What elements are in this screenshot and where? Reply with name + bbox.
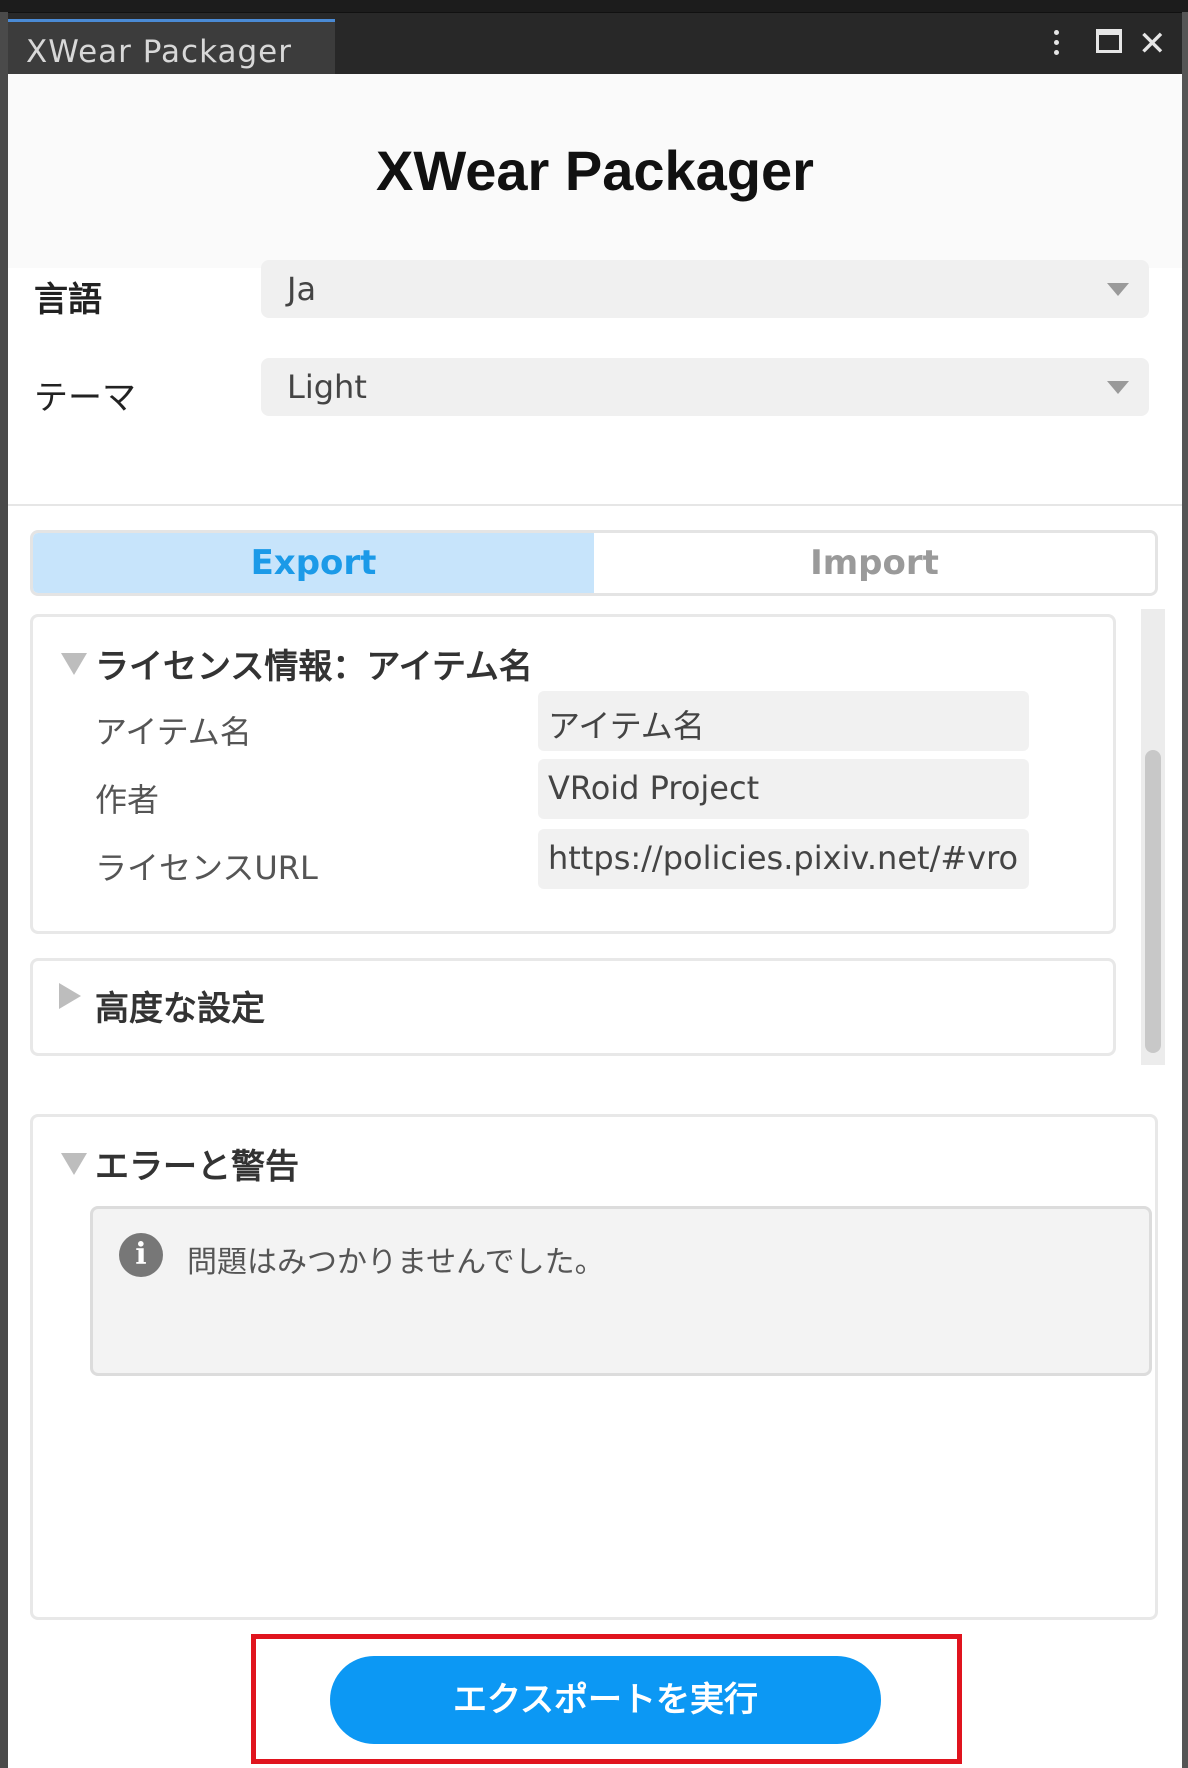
window-tab[interactable]: XWear Packager — [8, 19, 335, 75]
right-editor-strip — [1182, 12, 1188, 1768]
item-name-value: アイテム名 — [548, 707, 705, 745]
mode-tabs: Export Import — [30, 530, 1158, 596]
maximize-icon[interactable] — [1096, 29, 1122, 53]
header-band: XWear Packager — [8, 74, 1182, 268]
chevron-down-icon — [1107, 381, 1129, 394]
collapse-triangle-icon[interactable] — [61, 1153, 87, 1175]
theme-label: テーマ — [34, 378, 136, 418]
collapse-triangle-icon[interactable] — [61, 653, 87, 675]
export-button[interactable]: エクスポートを実行 — [330, 1656, 881, 1744]
chevron-down-icon — [1107, 283, 1129, 296]
theme-dropdown-value: Light — [287, 368, 367, 406]
author-value: VRoid Project — [548, 769, 760, 807]
license-url-field[interactable]: https://policies.pixiv.net/#vro — [538, 829, 1029, 889]
license-url-label: ライセンスURL — [95, 849, 318, 887]
outer-edge — [0, 0, 1188, 12]
packager-panel: XWear Packager 言語 Ja テーマ Light Export Im… — [8, 74, 1182, 1768]
window-titlebar: XWear Packager ✕ — [8, 12, 1182, 75]
left-editor-strip — [0, 12, 8, 1768]
item-name-field[interactable]: アイテム名 — [538, 691, 1029, 751]
license-section: ライセンス情報：アイテム名 アイテム名 アイテム名 作者 VRoid Proje… — [30, 614, 1116, 934]
language-dropdown-value: Ja — [287, 270, 317, 308]
advanced-section[interactable]: 高度な設定 — [30, 958, 1116, 1056]
close-icon[interactable]: ✕ — [1138, 27, 1167, 61]
license-url-value: https://policies.pixiv.net/#vro — [548, 839, 1019, 877]
window-tab-label: XWear Packager — [26, 34, 292, 70]
expand-triangle-icon[interactable] — [59, 983, 81, 1009]
message-box: i 問題はみつかりませんでした。 — [90, 1206, 1152, 1376]
theme-dropdown[interactable]: Light — [261, 358, 1149, 416]
author-label: 作者 — [95, 781, 160, 819]
license-section-title[interactable]: ライセンス情報：アイテム名 — [95, 639, 533, 688]
tab-import[interactable]: Import — [594, 533, 1155, 593]
page-title: XWear Packager — [376, 139, 814, 202]
divider — [8, 504, 1182, 506]
kebab-menu-icon[interactable] — [1049, 27, 1063, 61]
status-message: 問題はみつかりませんでした。 — [187, 1245, 605, 1280]
item-name-label: アイテム名 — [95, 713, 252, 751]
language-label: 言語 — [34, 280, 102, 320]
language-dropdown[interactable]: Ja — [261, 260, 1149, 318]
scrollbar-thumb[interactable] — [1145, 750, 1161, 1053]
tab-export[interactable]: Export — [33, 533, 594, 593]
errors-section-title[interactable]: エラーと警告 — [95, 1139, 299, 1188]
advanced-section-title[interactable]: 高度な設定 — [95, 981, 265, 1030]
author-field[interactable]: VRoid Project — [538, 759, 1029, 819]
info-icon: i — [119, 1233, 163, 1277]
